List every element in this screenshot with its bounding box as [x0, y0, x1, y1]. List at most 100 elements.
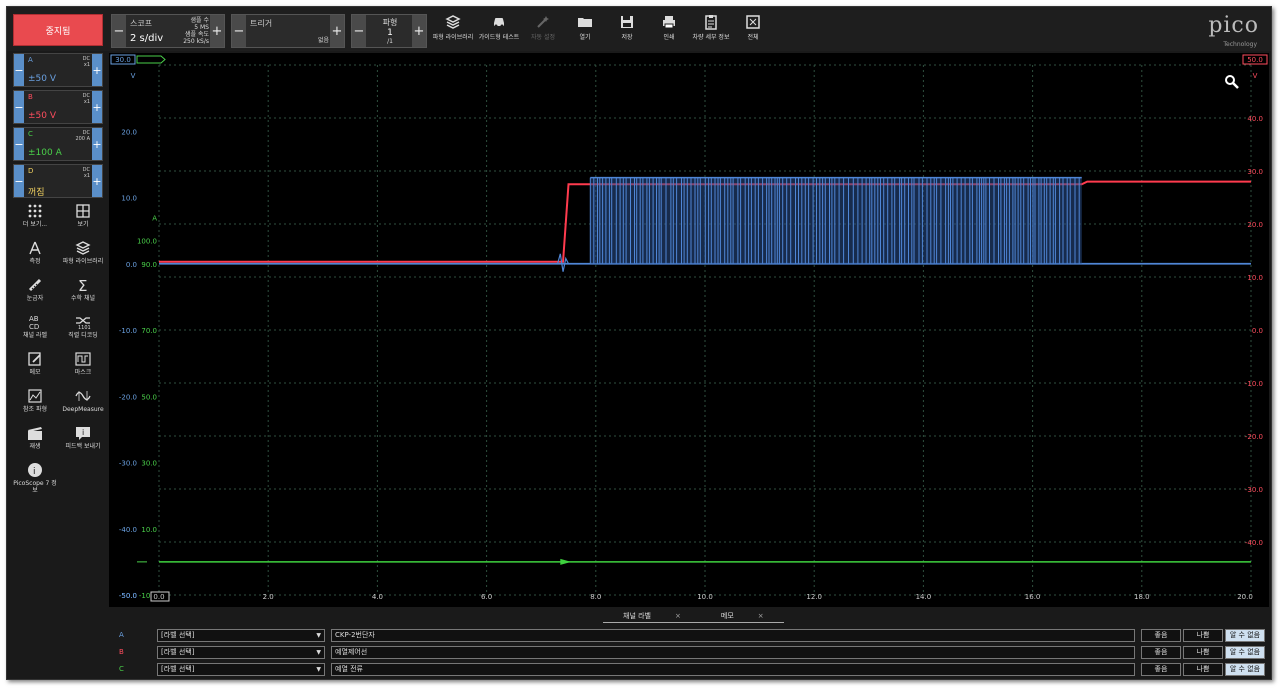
channel-b-range[interactable]: ±50 V — [28, 111, 56, 121]
x-tick-label: 14.0 — [916, 593, 932, 601]
tool-memo[interactable]: 메모 — [11, 351, 59, 387]
tab-channel-labels[interactable]: 채널 라벨 × — [603, 609, 701, 623]
x-tick-label: 0.0 — [153, 593, 164, 601]
svg-text:AB: AB — [29, 315, 39, 323]
waveform-control: − 파형 1 /1 + — [351, 14, 427, 48]
axis-a-tick-label: -30.0 — [119, 460, 137, 468]
axis-b-tick-label: -30.0 — [1245, 486, 1263, 494]
axis-b-tick-label: 30.0 — [1247, 168, 1263, 176]
unknown-button-a[interactable]: 알 수 없음 — [1225, 629, 1265, 642]
trigger-minus-button[interactable]: − — [232, 15, 246, 47]
trigger-plus-button[interactable]: + — [330, 15, 344, 47]
channel-a-minus-button[interactable]: − — [14, 54, 24, 86]
tool-ruler[interactable]: 눈금자 — [11, 277, 59, 313]
tool-channel-labels[interactable]: AB CD 채널 라벨 — [11, 314, 59, 350]
waveform-minus-button[interactable]: − — [352, 15, 366, 47]
axis-b-tick-label: 20.0 — [1247, 221, 1263, 229]
good-button-a[interactable]: 좋음 — [1141, 629, 1181, 642]
zoom-icon[interactable] — [1225, 75, 1239, 89]
toolbar-save-button[interactable]: 저장 — [605, 14, 649, 48]
channel-d-minus-button[interactable]: − — [14, 165, 24, 197]
channel-d-range[interactable]: 꺼짐 — [28, 185, 45, 198]
label-row-b: B [라벨 선택] ▼ 예열제어선 좋음 나쁨 알 수 없음 — [109, 646, 1269, 660]
channel-c-range[interactable]: ±100 A — [28, 148, 62, 158]
timebase-value[interactable]: 2 s/div — [130, 33, 163, 44]
tool-mask[interactable]: 마스크 — [59, 351, 107, 387]
car-icon — [494, 18, 504, 28]
tool-feedback[interactable]: i 피드백 보내기 — [59, 425, 107, 461]
axis-c-unit: A — [152, 214, 157, 222]
label-select-c[interactable]: [라벨 선택] ▼ — [157, 663, 325, 676]
tool-serial-decoding[interactable]: 1101 직렬 디코딩 — [59, 314, 107, 350]
label-text-b[interactable]: 예열제어선 — [331, 646, 1135, 659]
bad-button-c[interactable]: 나쁨 — [1183, 663, 1223, 676]
channel-c-plus-button[interactable]: + — [92, 128, 102, 160]
channel-d-plus-button[interactable]: + — [92, 165, 102, 197]
sample-info[interactable]: 샘플 수 5 MS 샘플 속도 250 kS/s — [183, 17, 209, 45]
pico-logo: pico Technology — [1208, 13, 1259, 48]
channel-b-plus-button[interactable]: + — [92, 91, 102, 123]
x-tick-label: 10.0 — [697, 593, 713, 601]
unknown-button-c[interactable]: 알 수 없음 — [1225, 663, 1265, 676]
close-icon[interactable]: × — [758, 612, 764, 620]
x-tick-label: 16.0 — [1025, 593, 1041, 601]
waveform-number[interactable]: 1 — [366, 28, 414, 38]
toolbar-open-button[interactable]: 열기 — [563, 14, 607, 48]
x-tick-label: 6.0 — [481, 593, 492, 601]
channel-d-control[interactable]: − D DC x1 꺼짐 + — [13, 164, 103, 198]
channel-c-control[interactable]: − C DC 200 A ±100 A + — [13, 127, 103, 161]
good-button-c[interactable]: 좋음 — [1141, 663, 1181, 676]
tool-deepmeasure[interactable]: DeepMeasure — [59, 388, 107, 424]
svg-text:i: i — [33, 467, 36, 477]
toolbar-print-button[interactable]: 인쇄 — [647, 14, 691, 48]
tool-playback[interactable]: 재생 — [11, 425, 59, 461]
toolbar-library-button[interactable]: 파형 라이브러리 — [431, 14, 475, 48]
toolbar-fullscreen-button[interactable]: 전체 — [731, 14, 775, 48]
toolbar-vehicle-details-button[interactable]: 차량 세부 정보 — [689, 14, 733, 48]
waveform-plot[interactable]: 20.0 10.0 0.0 -10.0 -20.0 -30.0 -40.0 -50.0 100.… — [109, 53, 1269, 607]
trigger-value[interactable]: 없음 — [318, 37, 329, 44]
label-text-c[interactable]: 예열 전류 — [331, 663, 1135, 676]
channel-c-minus-button[interactable]: − — [14, 128, 24, 160]
tool-library[interactable]: 파형 라이브러리 — [59, 240, 107, 276]
unknown-button-b[interactable]: 알 수 없음 — [1225, 646, 1265, 659]
tool-view[interactable]: 보기 — [59, 203, 107, 239]
tool-more[interactable]: 더 보기... — [11, 203, 59, 239]
scope-display[interactable]: 20.0 10.0 0.0 -10.0 -20.0 -30.0 -40.0 -50.0 100.… — [109, 53, 1269, 607]
bad-button-a[interactable]: 나쁨 — [1183, 629, 1223, 642]
clapper-icon — [28, 427, 42, 440]
close-icon[interactable]: × — [675, 612, 681, 620]
timebase-minus-button[interactable]: − — [112, 15, 126, 47]
axis-a-top-value: 30.0 — [115, 56, 131, 64]
scope-title: 스코프 — [130, 19, 153, 28]
trigger-control: − 트리거 없음 + — [231, 14, 345, 48]
svg-text:i: i — [82, 428, 84, 437]
label-select-b[interactable]: [라벨 선택] ▼ — [157, 646, 325, 659]
channel-b-control[interactable]: − B DC x1 ±50 V + — [13, 90, 103, 124]
toolbar-auto-setup-button[interactable]: 자동 설정 — [521, 14, 565, 48]
tab-memo[interactable]: 메모 × — [700, 609, 784, 623]
x-tick-label: 8.0 — [590, 593, 601, 601]
tool-math[interactable]: Σ 수학 채널 — [59, 277, 107, 313]
bad-button-b[interactable]: 나쁨 — [1183, 646, 1223, 659]
label-text-a[interactable]: CKP-2번단자 — [331, 629, 1135, 642]
waveform-plus-button[interactable]: + — [412, 15, 426, 47]
tool-measure[interactable]: 측정 — [11, 240, 59, 276]
label-row-a: A [라벨 선택] ▼ CKP-2번단자 좋음 나쁨 알 수 없음 — [109, 629, 1269, 643]
stop-button[interactable]: 중지됨 — [13, 14, 103, 46]
axis-b-top-value: 50.0 — [1247, 56, 1263, 64]
wand-icon — [537, 16, 549, 28]
channel-a-control[interactable]: − A DC x1 ±50 V + — [13, 53, 103, 87]
label-select-a[interactable]: [라벨 선택] ▼ — [157, 629, 325, 642]
tool-about[interactable]: i PicoScope 7 정보 — [11, 462, 59, 498]
channel-b-minus-button[interactable]: − — [14, 91, 24, 123]
channel-a-range[interactable]: ±50 V — [28, 74, 56, 84]
timebase-plus-button[interactable]: + — [210, 15, 224, 47]
good-button-b[interactable]: 좋음 — [1141, 646, 1181, 659]
waveform-total: /1 — [387, 38, 393, 45]
channel-a-plus-button[interactable]: + — [92, 54, 102, 86]
tool-reference[interactable]: 참조 파형 — [11, 388, 59, 424]
toolbar-guided-test-button[interactable]: 가이드형 테스트 — [477, 14, 521, 48]
clipboard-icon — [705, 15, 717, 30]
axis-a-tick-label: 10.0 — [121, 195, 137, 203]
